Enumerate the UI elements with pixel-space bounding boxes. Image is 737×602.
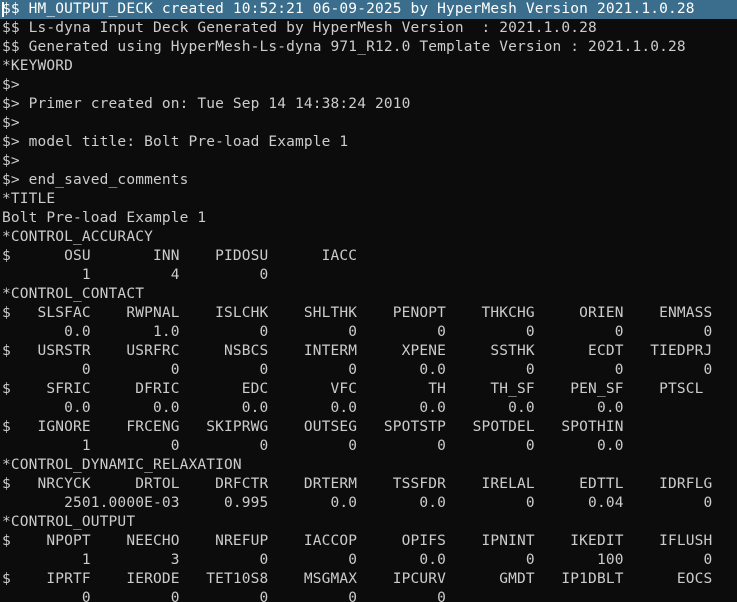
editor-line[interactable]: 0.0 0.0 0.0 0.0 0.0 0.0 0.0 <box>0 399 737 418</box>
editor-line-text: 0.0 1.0 0 0 0 0 0 0 <box>2 324 713 340</box>
editor-line-text: $ OSU INN PIDOSU IACC <box>2 248 358 264</box>
editor-line[interactable]: *CONTROL_OUTPUT <box>0 513 737 532</box>
editor-line[interactable]: Bolt Pre-load Example 1 <box>0 209 737 228</box>
editor-line-text: $> Primer created on: Tue Sep 14 14:38:2… <box>2 96 411 112</box>
editor-line-text: $ USRSTR USRFRC NSBCS INTERM XPENE SSTHK… <box>2 343 713 359</box>
editor-line-text: 2501.0000E-03 0.995 0.0 0.0 0 0.04 0 <box>2 495 713 511</box>
editor-line-text: $ SLSFAC RWPNAL ISLCHK SHLTHK PENOPT THK… <box>2 305 713 321</box>
editor-line-text: *CONTROL_ACCURACY <box>2 229 153 245</box>
editor-line[interactable]: $> Primer created on: Tue Sep 14 14:38:2… <box>0 95 737 114</box>
editor-line[interactable]: $$ Generated using HyperMesh-Ls-dyna 971… <box>0 38 737 57</box>
editor-line-text: 0 0 0 0 0 <box>2 590 446 602</box>
editor-line[interactable]: $> end_saved_comments <box>0 171 737 190</box>
editor-line-text: 0 0 0 0 0.0 0 0 0 <box>2 362 713 378</box>
editor-line-text: *CONTROL_CONTACT <box>2 286 145 302</box>
editor-line[interactable]: 1 0 0 0 0 0 0.0 <box>0 437 737 456</box>
editor-line[interactable]: $ NRCYCK DRTOL DRFCTR DRTERM TSSFDR IREL… <box>0 475 737 494</box>
editor-line[interactable]: $> model title: Bolt Pre-load Example 1 <box>0 133 737 152</box>
editor-line[interactable]: $> <box>0 76 737 95</box>
editor-line[interactable]: $ SLSFAC RWPNAL ISLCHK SHLTHK PENOPT THK… <box>0 304 737 323</box>
text-editor[interactable]: $$ HM_OUTPUT_DECK created 10:52:21 06-09… <box>0 0 737 602</box>
editor-lines[interactable]: $$ HM_OUTPUT_DECK created 10:52:21 06-09… <box>0 0 737 602</box>
editor-line-text: 1 4 0 <box>2 267 269 283</box>
editor-line-text: $$ Ls-dyna Input Deck Generated by Hyper… <box>2 20 597 36</box>
editor-line[interactable]: $ SFRIC DFRIC EDC VFC TH TH_SF PEN_SF PT… <box>0 380 737 399</box>
editor-line-text: *CONTROL_DYNAMIC_RELAXATION <box>2 457 242 473</box>
editor-line-text: $> model title: Bolt Pre-load Example 1 <box>2 134 349 150</box>
editor-line-text: $> <box>2 77 20 93</box>
editor-line[interactable]: 1 3 0 0 0.0 0 100 0 <box>0 551 737 570</box>
editor-line-text: $ NRCYCK DRTOL DRFCTR DRTERM TSSFDR IREL… <box>2 476 713 492</box>
editor-line-text: $ SFRIC DFRIC EDC VFC TH TH_SF PEN_SF PT… <box>2 381 704 397</box>
editor-line[interactable]: *CONTROL_DYNAMIC_RELAXATION <box>0 456 737 475</box>
editor-line-text: $ IGNORE FRCENG SKIPRWG OUTSEG SPOTSTP S… <box>2 419 624 435</box>
editor-line-text: *TITLE <box>2 191 56 207</box>
editor-line-text: *KEYWORD <box>2 58 74 74</box>
editor-line-selected[interactable]: $$ HM_OUTPUT_DECK created 10:52:21 06-09… <box>0 0 737 19</box>
editor-line[interactable]: $> <box>0 114 737 133</box>
editor-line-text: 1 3 0 0 0.0 0 100 0 <box>2 552 713 568</box>
editor-line-text: $$ HM_OUTPUT_DECK created 10:52:21 06-09… <box>2 1 695 17</box>
editor-line-text: $> end_saved_comments <box>2 172 189 188</box>
editor-line[interactable]: $$ Ls-dyna Input Deck Generated by Hyper… <box>0 19 737 38</box>
editor-line-text: *CONTROL_OUTPUT <box>2 514 136 530</box>
editor-line[interactable]: $ NPOPT NEECHO NREFUP IACCOP OPIFS IPNIN… <box>0 532 737 551</box>
editor-line[interactable]: 2501.0000E-03 0.995 0.0 0.0 0 0.04 0 <box>0 494 737 513</box>
editor-line[interactable]: $ IGNORE FRCENG SKIPRWG OUTSEG SPOTSTP S… <box>0 418 737 437</box>
editor-line[interactable]: *CONTROL_ACCURACY <box>0 228 737 247</box>
editor-line-text: $$ Generated using HyperMesh-Ls-dyna 971… <box>2 39 686 55</box>
editor-line[interactable]: *KEYWORD <box>0 57 737 76</box>
editor-line[interactable]: $> <box>0 152 737 171</box>
editor-line[interactable]: 0 0 0 0 0.0 0 0 0 <box>0 361 737 380</box>
editor-line[interactable]: 1 4 0 <box>0 266 737 285</box>
editor-line-text: 0.0 0.0 0.0 0.0 0.0 0.0 0.0 <box>2 400 624 416</box>
editor-line[interactable]: *CONTROL_CONTACT <box>0 285 737 304</box>
editor-line[interactable]: *TITLE <box>0 190 737 209</box>
editor-line-text: 1 0 0 0 0 0 0.0 <box>2 438 624 454</box>
editor-line[interactable]: $ IPRTF IERODE TET10S8 MSGMAX IPCURV GMD… <box>0 570 737 589</box>
editor-line-text: $ IPRTF IERODE TET10S8 MSGMAX IPCURV GMD… <box>2 571 713 587</box>
editor-line-text: $> <box>2 115 20 131</box>
editor-line[interactable]: 0.0 1.0 0 0 0 0 0 0 <box>0 323 737 342</box>
editor-line[interactable]: $ OSU INN PIDOSU IACC <box>0 247 737 266</box>
editor-line-text: $ NPOPT NEECHO NREFUP IACCOP OPIFS IPNIN… <box>2 533 713 549</box>
editor-line[interactable]: $ USRSTR USRFRC NSBCS INTERM XPENE SSTHK… <box>0 342 737 361</box>
editor-line[interactable]: 0 0 0 0 0 <box>0 589 737 602</box>
editor-line-text: Bolt Pre-load Example 1 <box>2 210 207 226</box>
editor-line-text: $> <box>2 153 20 169</box>
